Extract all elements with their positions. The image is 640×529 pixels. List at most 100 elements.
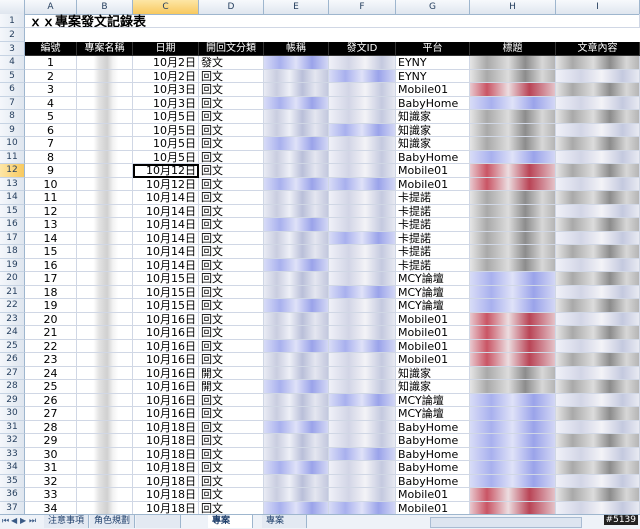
cell-project-name[interactable]: [77, 339, 133, 353]
cell-post-id[interactable]: [329, 231, 396, 245]
cell-platform[interactable]: MCY論壇: [396, 285, 470, 299]
cell-platform[interactable]: Mobile01: [396, 488, 470, 502]
column-header-a[interactable]: A: [25, 0, 77, 14]
column-title-1[interactable]: 編號: [25, 42, 77, 56]
cell-account[interactable]: [264, 501, 329, 515]
cell-number[interactable]: 16: [25, 258, 77, 272]
cell-content[interactable]: [556, 96, 640, 110]
cell-post-id[interactable]: [329, 258, 396, 272]
cell-post-id[interactable]: [329, 110, 396, 124]
cell-project-name[interactable]: [77, 83, 133, 97]
cell-platform[interactable]: 知識家: [396, 380, 470, 394]
cell-number[interactable]: 4: [25, 96, 77, 110]
sheet-tab[interactable]: [136, 515, 181, 528]
cell-post-type[interactable]: 回文: [199, 407, 264, 421]
column-header-g[interactable]: G: [396, 0, 470, 14]
cell-post-type[interactable]: 回文: [199, 110, 264, 124]
row-header-22[interactable]: 22: [0, 299, 25, 313]
cell-account[interactable]: [264, 474, 329, 488]
cell-platform[interactable]: Mobile01: [396, 326, 470, 340]
cell-account[interactable]: [264, 137, 329, 151]
cell-platform[interactable]: 卡提諾: [396, 231, 470, 245]
next-sheet-icon[interactable]: ▶: [20, 516, 26, 525]
cell-title[interactable]: [470, 56, 556, 70]
cell-post-type[interactable]: 回文: [199, 191, 264, 205]
cell-account[interactable]: [264, 272, 329, 286]
row-header-32[interactable]: 32: [0, 434, 25, 448]
column-title-5[interactable]: 帳稱: [264, 42, 329, 56]
cell-number[interactable]: 14: [25, 231, 77, 245]
row-header-26[interactable]: 26: [0, 353, 25, 367]
cell-post-id[interactable]: [329, 164, 396, 178]
cell-project-name[interactable]: [77, 366, 133, 380]
cell-title[interactable]: [470, 339, 556, 353]
cell-post-type[interactable]: 回文: [199, 474, 264, 488]
row-header-23[interactable]: 23: [0, 312, 25, 326]
cell-date[interactable]: 10月18日: [133, 447, 199, 461]
cell-number[interactable]: 10: [25, 177, 77, 191]
cell-post-id[interactable]: [329, 420, 396, 434]
cell-account[interactable]: [264, 245, 329, 259]
cell-date[interactable]: 10月16日: [133, 326, 199, 340]
cell-post-id[interactable]: [329, 245, 396, 259]
cell-number[interactable]: 25: [25, 380, 77, 394]
sheet-title[interactable]: ｘｘ專案發文記錄表: [25, 14, 640, 28]
cell-title[interactable]: [470, 285, 556, 299]
cell-title[interactable]: [470, 380, 556, 394]
cell-platform[interactable]: EYNY: [396, 69, 470, 83]
cell-post-id[interactable]: [329, 299, 396, 313]
cell-project-name[interactable]: [77, 272, 133, 286]
cell-post-type[interactable]: 回文: [199, 339, 264, 353]
cell-platform[interactable]: EYNY: [396, 56, 470, 70]
prev-sheet-icon[interactable]: ◀: [11, 516, 17, 525]
cell-title[interactable]: [470, 488, 556, 502]
cell-content[interactable]: [556, 258, 640, 272]
cell-date[interactable]: 10月18日: [133, 474, 199, 488]
row-header-35[interactable]: 35: [0, 474, 25, 488]
cell-post-id[interactable]: [329, 366, 396, 380]
cell-platform[interactable]: Mobile01: [396, 164, 470, 178]
cell-title[interactable]: [470, 393, 556, 407]
cell-content[interactable]: [556, 339, 640, 353]
cell-date[interactable]: 10月15日: [133, 285, 199, 299]
cell-content[interactable]: [556, 231, 640, 245]
cell-date[interactable]: 10月16日: [133, 393, 199, 407]
row-header-16[interactable]: 16: [0, 218, 25, 232]
cell-post-id[interactable]: [329, 488, 396, 502]
cell-project-name[interactable]: [77, 137, 133, 151]
column-header-b[interactable]: B: [77, 0, 133, 14]
cell-account[interactable]: [264, 407, 329, 421]
row-header-28[interactable]: 28: [0, 380, 25, 394]
cell-title[interactable]: [470, 474, 556, 488]
cell-platform[interactable]: 知識家: [396, 366, 470, 380]
cell-content[interactable]: [556, 285, 640, 299]
row-header-20[interactable]: 20: [0, 272, 25, 286]
cell-content[interactable]: [556, 164, 640, 178]
cell-post-type[interactable]: 回文: [199, 353, 264, 367]
cell-account[interactable]: [264, 312, 329, 326]
cell-platform[interactable]: 知識家: [396, 137, 470, 151]
cell-content[interactable]: [556, 123, 640, 137]
cell-project-name[interactable]: [77, 285, 133, 299]
cell-number[interactable]: 9: [25, 164, 77, 178]
cell-date[interactable]: 10月15日: [133, 299, 199, 313]
cell-content[interactable]: [556, 218, 640, 232]
cell-date[interactable]: 10月15日: [133, 272, 199, 286]
cell-account[interactable]: [264, 123, 329, 137]
cell-content[interactable]: [556, 137, 640, 151]
cell-account[interactable]: [264, 380, 329, 394]
cell-project-name[interactable]: [77, 164, 133, 178]
cell-title[interactable]: [470, 326, 556, 340]
cell-project-name[interactable]: [77, 474, 133, 488]
cell-title[interactable]: [470, 353, 556, 367]
cell-post-id[interactable]: [329, 407, 396, 421]
cell-title[interactable]: [470, 96, 556, 110]
cell-post-id[interactable]: [329, 204, 396, 218]
cell-account[interactable]: [264, 204, 329, 218]
cell-platform[interactable]: 知識家: [396, 123, 470, 137]
cell-content[interactable]: [556, 393, 640, 407]
cell-number[interactable]: 7: [25, 137, 77, 151]
cell-post-type[interactable]: 回文: [199, 272, 264, 286]
cell-title[interactable]: [470, 150, 556, 164]
cell-project-name[interactable]: [77, 191, 133, 205]
